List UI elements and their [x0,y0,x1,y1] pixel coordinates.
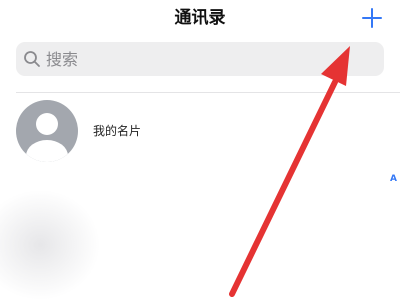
contacts-screen: 通讯录 我的名片 A [0,0,400,300]
red-arrow-icon [229,46,350,297]
